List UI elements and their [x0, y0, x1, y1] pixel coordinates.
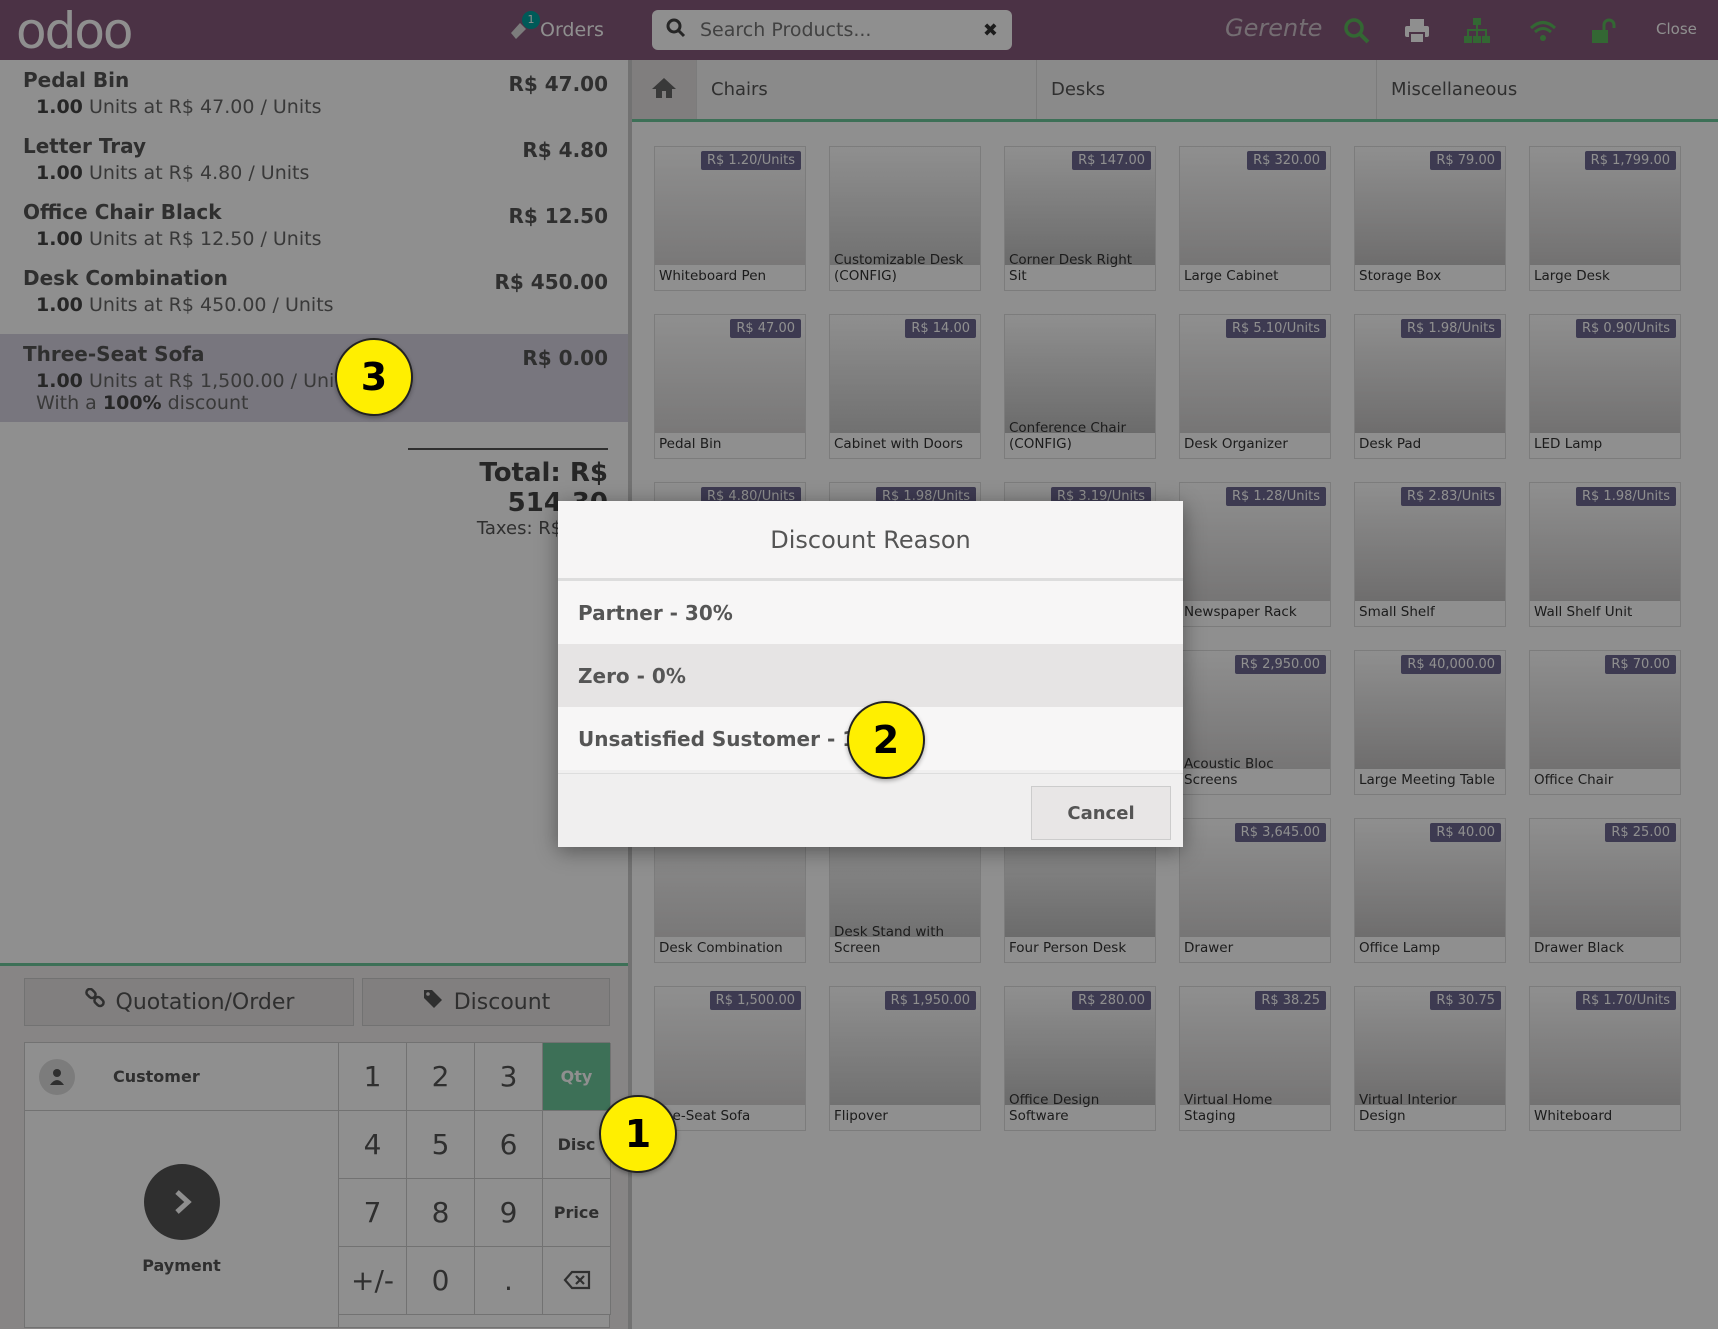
reason-option-partner[interactable]: Partner - 30%: [558, 581, 1183, 644]
step-callout-3: 3: [335, 338, 413, 416]
discount-reason-dialog: Discount Reason Partner - 30% Zero - 0% …: [558, 501, 1183, 847]
reason-option-zero[interactable]: Zero - 0%: [558, 644, 1183, 707]
cancel-button[interactable]: Cancel: [1031, 786, 1171, 840]
dialog-title: Discount Reason: [558, 501, 1183, 581]
dialog-footer: Cancel: [558, 773, 1183, 847]
step-callout-1: 1: [599, 1095, 677, 1173]
step-callout-2: 2: [847, 701, 925, 779]
